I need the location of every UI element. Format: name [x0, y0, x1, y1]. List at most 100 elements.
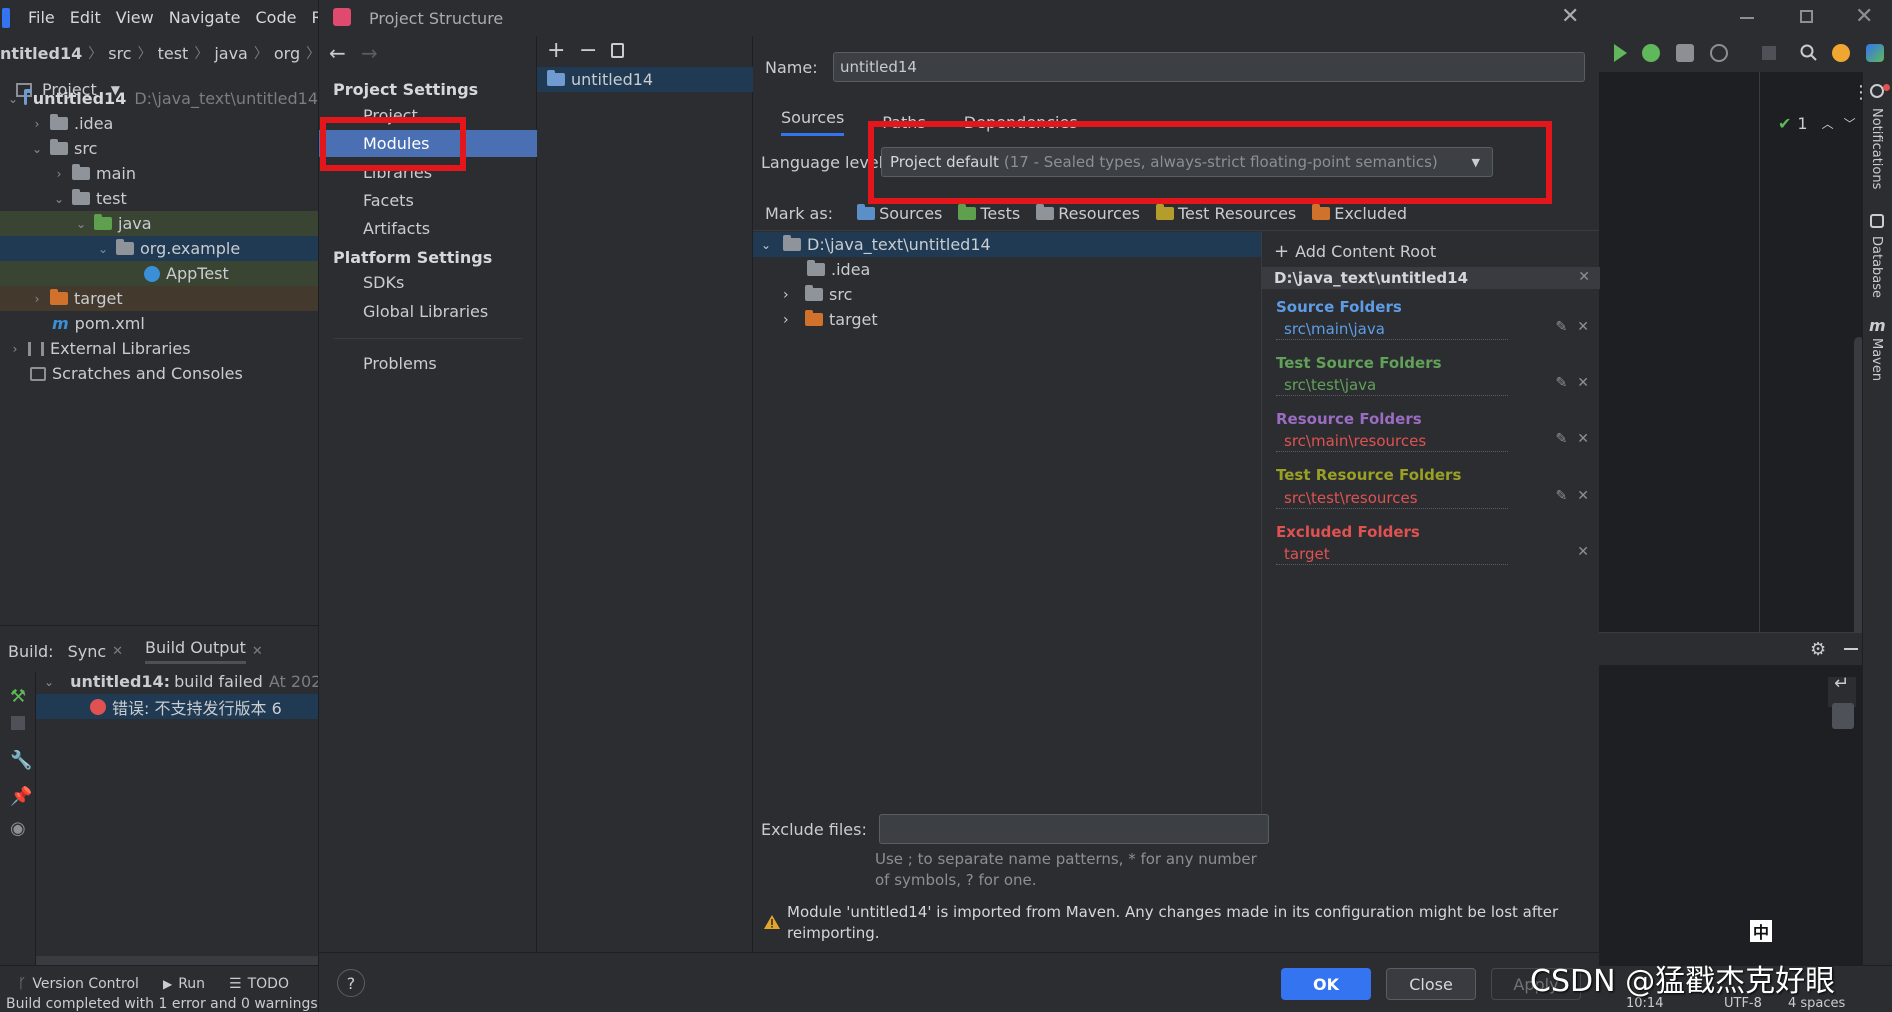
menu-view[interactable]: View [116, 8, 154, 27]
plus-icon[interactable]: + [547, 38, 565, 63]
add-content-root-button[interactable]: + Add Content Root [1274, 241, 1436, 262]
chevron-right-icon[interactable]: › [30, 292, 44, 306]
test-resource-folder-path[interactable]: src\test\resources [1284, 489, 1418, 507]
tree-item-target[interactable]: › target [0, 286, 318, 311]
chevron-right-icon[interactable]: › [783, 287, 797, 303]
todo-tab[interactable]: TODO [248, 976, 289, 992]
source-folder-path[interactable]: src\main\java [1284, 320, 1385, 338]
breadcrumb-src[interactable]: src [108, 44, 131, 63]
breadcrumb-project[interactable]: ntitled14 [0, 44, 82, 63]
tree-node-idea[interactable]: .idea [753, 257, 1261, 282]
stop-icon[interactable] [1762, 46, 1776, 60]
resource-folder-path[interactable]: src\main\resources [1284, 432, 1426, 450]
chevron-up-icon[interactable]: ︿ [1822, 115, 1834, 132]
database-icon[interactable] [1870, 214, 1884, 228]
module-list-item[interactable]: untitled14 [537, 67, 753, 92]
version-control-tab[interactable]: Version Control [32, 976, 139, 992]
chevron-down-icon[interactable]: ⌄ [30, 142, 44, 156]
chevron-right-icon[interactable]: › [8, 342, 22, 356]
coverage-icon[interactable] [1676, 44, 1694, 62]
notifications-tab[interactable]: Notifications [1869, 108, 1884, 189]
chevron-down-icon[interactable]: ⌄ [52, 192, 66, 206]
close-icon[interactable]: ✕ [112, 644, 123, 659]
update-icon[interactable] [1832, 44, 1850, 62]
pencil-icon[interactable]: ✎ [1556, 375, 1568, 391]
inspection-widget[interactable]: ✔ 1 ︿ ﹀ [1778, 114, 1856, 133]
stop-icon[interactable] [11, 716, 25, 730]
close-icon[interactable]: ✕ [252, 644, 263, 659]
chevron-down-icon[interactable]: ﹀ [1844, 115, 1856, 132]
tree-item-project-root[interactable]: ⌄ untitled14 D:\java_text\untitled14 [0, 86, 318, 111]
menu-navigate[interactable]: Navigate [169, 8, 241, 27]
minimize-icon[interactable] [1740, 17, 1754, 19]
minus-icon[interactable]: − [579, 38, 597, 63]
nav-item-facets[interactable]: Facets [319, 187, 537, 214]
close-icon[interactable]: ✕ [1577, 488, 1589, 504]
content-root-node[interactable]: ⌄ D:\java_text\untitled14 [753, 232, 1261, 257]
close-icon[interactable]: ✕ [1577, 375, 1589, 391]
debug-icon[interactable] [1642, 44, 1660, 62]
excluded-folder-path[interactable]: target [1284, 545, 1330, 563]
profile-icon[interactable] [1710, 44, 1728, 62]
menu-file[interactable]: File [28, 8, 55, 27]
chevron-down-icon[interactable]: ⌄ [761, 238, 775, 252]
mark-tests-button[interactable]: Tests [958, 204, 1020, 223]
tab-build-output[interactable]: Build Output [145, 638, 246, 664]
database-tab[interactable]: Database [1869, 236, 1884, 298]
nav-item-artifacts[interactable]: Artifacts [319, 215, 537, 242]
search-icon[interactable] [1800, 44, 1818, 62]
nav-item-sdks[interactable]: SDKs [319, 269, 537, 296]
close-button[interactable]: Close [1386, 968, 1476, 1000]
run-icon[interactable] [1614, 44, 1627, 62]
chevron-down-icon[interactable]: ⌄ [44, 675, 54, 689]
pencil-icon[interactable]: ✎ [1556, 431, 1568, 447]
close-icon[interactable]: ✕ [1577, 319, 1589, 335]
hammer-icon[interactable]: ⚒ [10, 686, 26, 707]
plugin-icon[interactable] [1866, 44, 1884, 62]
module-name-input[interactable] [833, 52, 1585, 82]
maven-tab[interactable]: Maven [1869, 338, 1884, 381]
tree-item-java[interactable]: ⌄ java [0, 211, 318, 236]
bell-icon[interactable] [1870, 84, 1884, 98]
close-icon[interactable]: ✕ [1578, 269, 1590, 285]
soft-wrap-icon[interactable]: ↵ [1834, 673, 1849, 694]
tree-item-test[interactable]: ⌄ test [0, 186, 318, 211]
breadcrumb-java[interactable]: java [214, 44, 248, 63]
chevron-down-icon[interactable]: ⌄ [74, 217, 88, 231]
chevron-right-icon[interactable]: › [783, 312, 797, 328]
chevron-right-icon[interactable]: › [30, 117, 44, 131]
back-arrow-icon[interactable]: ← [329, 41, 346, 65]
nav-item-problems[interactable]: Problems [319, 350, 537, 377]
maven-icon[interactable]: m [1869, 316, 1886, 335]
pencil-icon[interactable]: ✎ [1556, 488, 1568, 504]
copy-icon[interactable] [611, 43, 624, 58]
breadcrumb-test[interactable]: test [158, 44, 189, 63]
pencil-icon[interactable]: ✎ [1556, 319, 1568, 335]
run-tab[interactable]: Run [178, 976, 205, 992]
restore-icon[interactable] [1800, 10, 1813, 23]
tree-item-src[interactable]: ⌄ src [0, 136, 318, 161]
tree-item-external-libraries[interactable]: › External Libraries [0, 336, 318, 361]
window-close-icon[interactable]: ✕ [1855, 4, 1873, 29]
minimize-panel-icon[interactable] [1844, 648, 1858, 650]
chevron-right-icon[interactable]: › [52, 167, 66, 181]
ok-button[interactable]: OK [1281, 968, 1371, 1000]
tree-item-pom[interactable]: m pom.xml [0, 311, 318, 336]
chevron-down-icon[interactable]: ⌄ [96, 242, 110, 256]
mark-resources-button[interactable]: Resources [1036, 204, 1140, 223]
forward-arrow-icon[interactable]: → [361, 41, 378, 65]
close-icon[interactable]: ✕ [1577, 431, 1589, 447]
tree-item-main[interactable]: › main [0, 161, 318, 186]
tree-node-target[interactable]: › target [753, 307, 1261, 332]
test-source-folder-path[interactable]: src\test\java [1284, 376, 1376, 394]
tree-node-src[interactable]: › src [753, 282, 1261, 307]
pin-icon[interactable]: 📌 [10, 786, 32, 807]
close-icon[interactable]: ✕ [1577, 544, 1589, 560]
tree-item-org-example[interactable]: ⌄ org.example [0, 236, 318, 261]
help-button[interactable]: ? [337, 969, 365, 997]
eye-icon[interactable]: ◉ [10, 818, 26, 839]
mark-test-resources-button[interactable]: Test Resources [1155, 204, 1296, 223]
menu-edit[interactable]: Edit [70, 8, 101, 27]
exclude-files-input[interactable] [879, 814, 1269, 844]
tab-sync[interactable]: Sync [68, 642, 107, 661]
